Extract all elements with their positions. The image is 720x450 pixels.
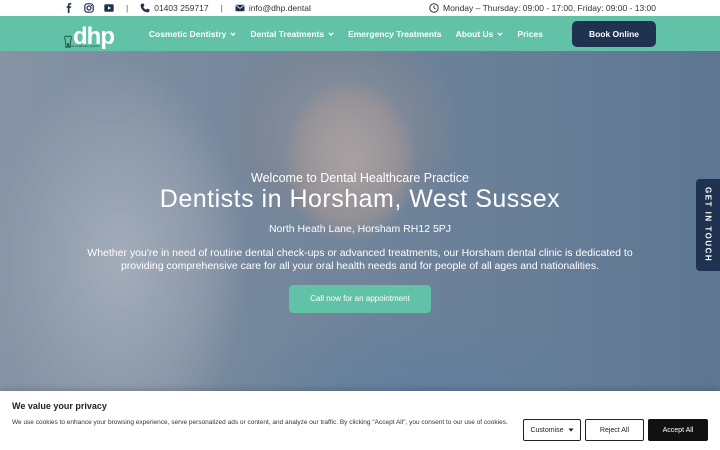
nav-label: Cosmetic Dentistry [148,28,227,39]
facebook-icon[interactable] [64,3,74,13]
opening-hours: Monday – Thursday: 09:00 - 17:00, Friday… [443,3,656,13]
chevron-down-icon [328,31,334,36]
nav-item-emergency-treatments[interactable]: Emergency Treatments [341,29,449,39]
main-navigation: dhp dental healthcare practice Cosmetic … [0,16,720,51]
youtube-icon[interactable] [104,3,114,13]
nav-item-dental-treatments[interactable]: Dental Treatments [243,29,341,39]
phone-icon [140,3,150,13]
envelope-icon [235,3,245,13]
nav-label: Emergency Treatments [348,28,442,39]
top-bar: | 01403 259717 | info@dhp.dental Monday … [0,0,720,16]
clock-icon [429,3,439,13]
customise-button[interactable]: Customise [523,419,581,441]
nav-item-about-us[interactable]: About Us [449,29,511,39]
separator: | [220,3,223,13]
accept-all-button[interactable]: Accept All [648,419,708,441]
cookie-text: We use cookies to enhance your browsing … [12,419,508,426]
book-online-button[interactable]: Book Online [571,20,656,47]
chevron-down-icon [230,31,237,36]
site-logo[interactable]: dhp dental healthcare practice [64,19,115,49]
get-in-touch-label: GET IN TOUCH [703,187,713,263]
email-link[interactable]: info@dhp.dental [235,3,311,13]
phone-number: 01403 259717 [154,3,209,13]
nav-label: About Us [455,28,494,39]
reject-all-button[interactable]: Reject All [585,419,644,441]
hero-address: North Heath Lane, Horsham RH12 5PJ [268,223,452,235]
customise-label: Customise [530,426,564,434]
email-address: info@dhp.dental [248,3,311,13]
chevron-down-icon [497,31,504,36]
phone-link[interactable]: 01403 259717 [140,3,209,13]
logo-tagline: dental healthcare practice [66,43,101,48]
get-in-touch-tab[interactable]: GET IN TOUCH [696,179,720,271]
caret-down-icon [568,428,574,432]
call-appointment-button[interactable]: Call now for an appointment [289,285,431,313]
nav-label: Dental Treatments [250,28,325,39]
nav-label: Prices [517,28,543,39]
instagram-icon[interactable] [84,3,94,13]
hero-headline: Dentists in Horsham, West Sussex [159,185,561,213]
cookie-title: We value your privacy [12,401,107,411]
nav-item-cosmetic-dentistry[interactable]: Cosmetic Dentistry [142,29,243,39]
separator: | [126,3,129,13]
nav-menu: Cosmetic Dentistry Dental Treatments Eme… [142,20,656,47]
hero-intro: Whether you're in need of routine dental… [87,247,633,272]
nav-item-prices[interactable]: Prices [510,29,550,39]
cookie-banner: We value your privacy We use cookies to … [0,391,720,450]
hero-welcome: Welcome to Dental Healthcare Practice [251,171,469,185]
